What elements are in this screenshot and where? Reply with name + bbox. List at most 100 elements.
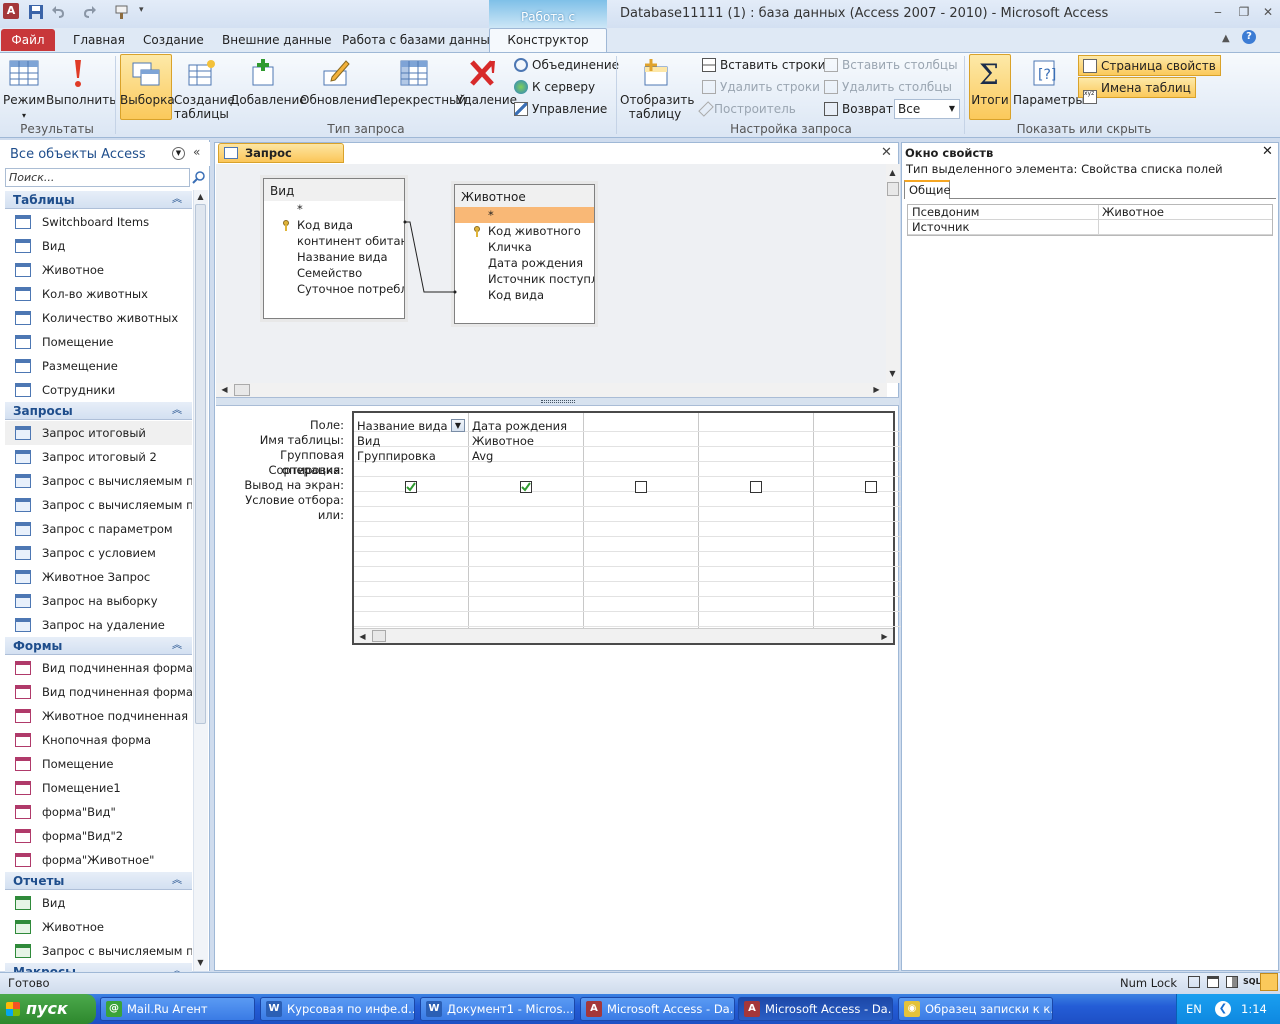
tray-arrow-icon[interactable]: ❮	[1215, 1001, 1231, 1017]
view-mode-button[interactable]: Режим ▾	[3, 55, 45, 123]
nav-item[interactable]: Запрос итоговый	[5, 421, 192, 445]
search-icon[interactable]	[192, 170, 206, 184]
nav-item[interactable]: Запрос на удаление	[5, 613, 192, 637]
field-dropdown-chevron-icon[interactable]: ▼	[451, 419, 465, 432]
parameters-button[interactable]: [?] Параметры	[1013, 55, 1085, 107]
field-list-item[interactable]: Дата рождения	[455, 255, 594, 271]
grid-cell-field[interactable]: Название вида	[357, 419, 448, 433]
nav-item[interactable]: Запрос итоговый 2	[5, 445, 192, 469]
collapse-section-icon[interactable]: ︽	[172, 637, 182, 655]
tab-create[interactable]: Создание	[143, 33, 204, 47]
nav-item[interactable]: Запрос с вычисляемым п...	[5, 469, 192, 493]
field-list-item[interactable]: Код животного	[455, 223, 594, 239]
show-checkbox[interactable]	[405, 481, 417, 493]
make-table-button[interactable]: Создание таблицы	[174, 55, 235, 121]
crosstab-button[interactable]: Перекрестный	[374, 55, 466, 107]
nav-item[interactable]: Животное Запрос	[5, 565, 192, 589]
close-document-icon[interactable]: ✕	[881, 145, 892, 160]
nav-item[interactable]: Размещение	[5, 354, 192, 378]
property-row[interactable]: Источник	[908, 220, 1272, 235]
restore-button[interactable]: ❐	[1234, 5, 1254, 21]
delete-query-button[interactable]: Удаление	[456, 55, 517, 107]
delete-rows-button[interactable]: Удалить строки	[702, 77, 820, 97]
nav-item[interactable]: Запрос с вычисляемым п...	[5, 939, 192, 963]
language-indicator[interactable]: EN	[1186, 1002, 1202, 1016]
grid-cell-total[interactable]: Avg	[472, 449, 493, 463]
field-list-vid[interactable]: Вид * Код вида континент обитани Название в…	[263, 178, 405, 319]
scroll-down-icon[interactable]: ▼	[886, 367, 899, 380]
union-button[interactable]: Объединение	[514, 55, 619, 75]
sql-view-icon[interactable]: SQL	[1243, 977, 1261, 986]
field-list-title[interactable]: Вид	[264, 179, 404, 201]
insert-columns-button[interactable]: Вставить столбцы	[824, 55, 958, 75]
datasheet-view-icon[interactable]	[1188, 976, 1200, 988]
nav-item[interactable]: Сотрудники	[5, 378, 192, 402]
nav-item[interactable]: Вид	[5, 891, 192, 915]
field-list-item[interactable]: Кличка	[455, 239, 594, 255]
nav-item[interactable]: Запрос с параметром	[5, 517, 192, 541]
nav-scrollbar[interactable]: ▲ ▼	[193, 190, 208, 971]
nav-section-header[interactable]: ︽ Формы	[5, 637, 192, 655]
access-app-icon[interactable]: A	[3, 3, 19, 19]
taskbar-item[interactable]: A Microsoft Access - Da...	[580, 997, 735, 1021]
nav-item[interactable]: Кнопочная форма	[5, 728, 192, 752]
nav-item[interactable]: форма"Вид"2	[5, 824, 192, 848]
passthrough-button[interactable]: К серверу	[514, 77, 595, 97]
field-list-item[interactable]: Код вида	[455, 287, 594, 303]
field-list-zhivotnoe[interactable]: Животное * Код животного Кличка Дата рожден…	[454, 184, 595, 324]
grid-cell-table[interactable]: Животное	[472, 434, 534, 448]
show-checkbox[interactable]	[635, 481, 647, 493]
nav-item[interactable]: Запрос с вычисляемым п...	[5, 493, 192, 517]
scroll-right-icon[interactable]: ▶	[870, 383, 883, 396]
help-icon[interactable]: ?	[1242, 30, 1256, 44]
customize-qat-icon[interactable]: ▾	[139, 5, 144, 15]
nav-item[interactable]: Вид подчиненная форма	[5, 656, 192, 680]
property-value[interactable]: Животное	[1102, 205, 1164, 219]
field-list-item[interactable]: Семейство	[264, 265, 404, 281]
nav-item[interactable]: Вид	[5, 234, 192, 258]
scroll-thumb[interactable]	[234, 384, 250, 396]
scroll-up-icon[interactable]: ▲	[194, 190, 207, 203]
nav-search-input[interactable]: Поиск...	[5, 168, 190, 187]
nav-item[interactable]: Количество животных	[5, 306, 192, 330]
grid-cell-total[interactable]: Группировка	[357, 449, 436, 463]
table-names-button[interactable]: xyz Имена таблиц	[1078, 77, 1196, 104]
field-list-item[interactable]: *	[264, 201, 404, 217]
design-horizontal-scrollbar[interactable]: ◀ ▶	[216, 383, 887, 397]
nav-item[interactable]: форма"Вид"	[5, 800, 192, 824]
taskbar-item[interactable]: @ Mail.Ru Агент	[100, 997, 255, 1021]
scroll-thumb[interactable]	[887, 182, 899, 196]
nav-item[interactable]: Помещение	[5, 752, 192, 776]
grid-cell-field[interactable]: Дата рождения	[472, 419, 567, 433]
collapse-section-icon[interactable]: ︽	[172, 872, 182, 890]
grid-column[interactable]: Название вида Вид Группировка ▼	[354, 413, 469, 631]
nav-item[interactable]: форма"Животное"	[5, 848, 192, 872]
data-definition-button[interactable]: Управление	[514, 99, 607, 119]
document-tab[interactable]: Запрос итоговый	[218, 143, 344, 178]
scroll-thumb[interactable]	[372, 630, 386, 642]
nav-item[interactable]: Животное	[5, 915, 192, 939]
append-button[interactable]: Добавление	[230, 55, 307, 107]
scroll-left-icon[interactable]: ◀	[218, 383, 231, 396]
grid-cell-table[interactable]: Вид	[357, 434, 380, 448]
nav-item[interactable]: Запрос на выборку	[5, 589, 192, 613]
select-query-button[interactable]: Выборка	[120, 55, 175, 107]
relationship-line[interactable]	[402, 216, 462, 296]
start-button[interactable]: пуск	[0, 994, 96, 1024]
tab-external-data[interactable]: Внешние данные	[222, 33, 331, 47]
run-button[interactable]: Выполнить	[46, 55, 116, 107]
field-list-item[interactable]: Источник поступле	[455, 271, 594, 287]
grid-column[interactable]	[699, 413, 814, 631]
collapse-section-icon[interactable]: ︽	[172, 191, 182, 209]
pivot-table-icon[interactable]	[1207, 976, 1219, 988]
show-checkbox[interactable]	[750, 481, 762, 493]
field-list-item[interactable]: Название вида	[264, 249, 404, 265]
tab-general[interactable]: Общие	[904, 180, 951, 199]
nav-menu-chevron-icon[interactable]: ▼	[172, 147, 185, 160]
insert-rows-button[interactable]: Вставить строки	[702, 55, 826, 75]
collapse-section-icon[interactable]: ︽	[172, 402, 182, 420]
field-list-item[interactable]: Суточное потребле	[264, 281, 404, 297]
grid-column[interactable]	[584, 413, 699, 631]
nav-section-header[interactable]: ︽ Таблицы	[5, 191, 192, 209]
field-list-title[interactable]: Животное	[455, 185, 594, 207]
